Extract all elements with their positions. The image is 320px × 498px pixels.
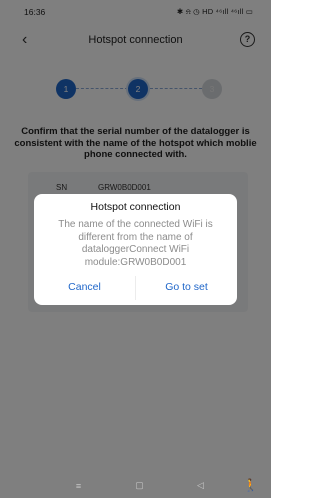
- cancel-button[interactable]: Cancel: [34, 272, 135, 305]
- menu-icon[interactable]: ≡: [69, 481, 89, 491]
- dialog-actions: Cancel Go to set: [34, 272, 237, 305]
- accessibility-icon[interactable]: 🚶: [243, 478, 258, 492]
- hotspot-connection-screen: 16:36 ✱ ⍾ ◷ HD ⁴⁶ıll ⁴⁶ıll ▭ ‹ Hotspot c…: [0, 0, 271, 498]
- dialog-title: Hotspot connection: [90, 201, 181, 213]
- go-to-set-button[interactable]: Go to set: [136, 272, 237, 305]
- back-icon[interactable]: ◁: [191, 480, 211, 491]
- hotspot-dialog: Hotspot connection The name of the conne…: [34, 194, 237, 305]
- dialog-message: The name of the connected WiFi is differ…: [58, 219, 213, 268]
- system-nav-bar: ≡ ▢ ◁: [0, 473, 271, 498]
- home-icon[interactable]: ▢: [130, 480, 150, 491]
